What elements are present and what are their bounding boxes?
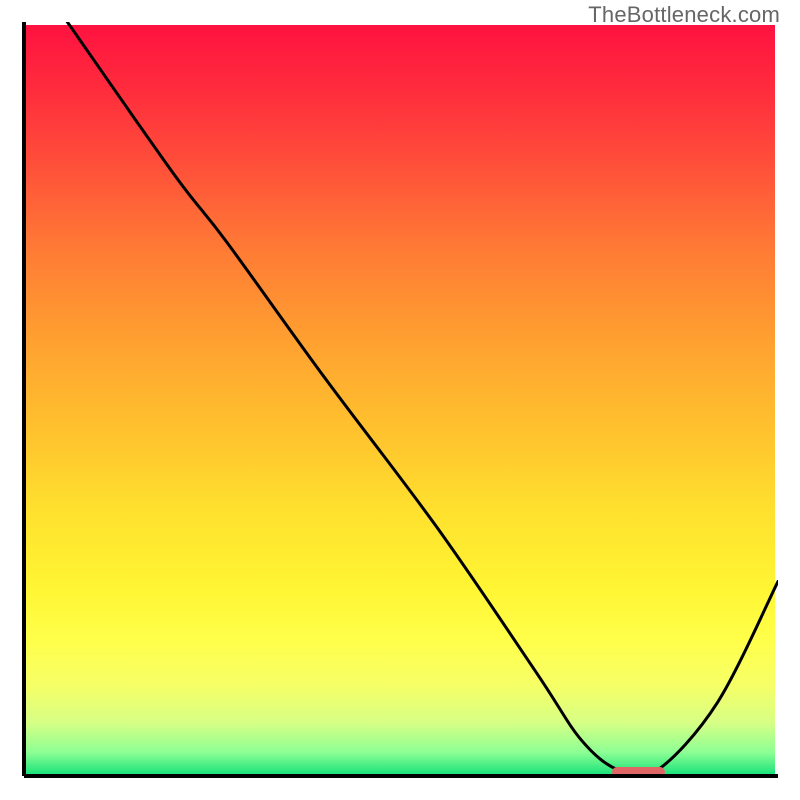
watermark-text: TheBottleneck.com bbox=[588, 2, 780, 28]
plot-area bbox=[22, 22, 778, 778]
minimum-marker bbox=[612, 767, 665, 777]
bottleneck-curve bbox=[22, 22, 778, 778]
